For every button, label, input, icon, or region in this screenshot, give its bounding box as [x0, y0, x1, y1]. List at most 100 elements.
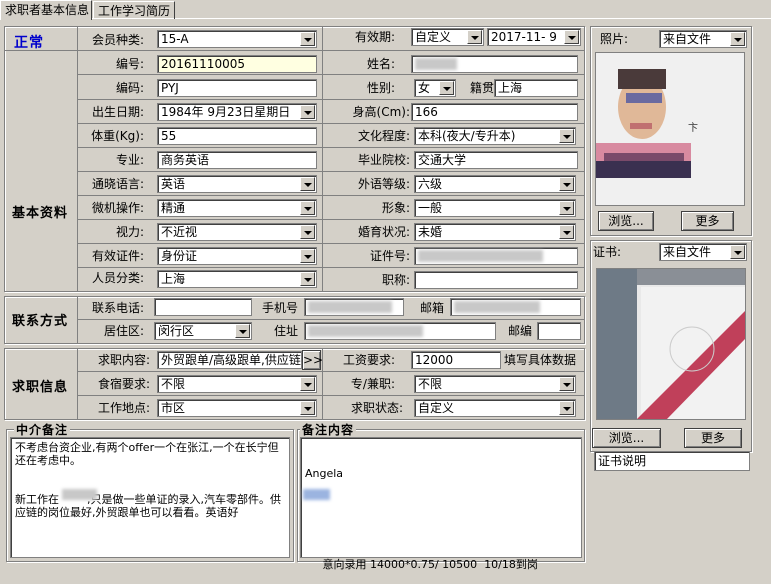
vision-select[interactable]: 不近视	[157, 223, 317, 241]
svg-text:卞: 卞	[688, 121, 698, 134]
cert-label: 证书:	[593, 245, 622, 259]
chevron-down-icon[interactable]	[300, 401, 315, 415]
chevron-down-icon[interactable]	[300, 105, 315, 119]
location-select[interactable]: 市区	[157, 399, 317, 417]
chevron-down-icon[interactable]	[559, 377, 574, 391]
photo-more-button[interactable]: 更多	[681, 211, 734, 231]
chevron-down-icon[interactable]	[559, 201, 574, 215]
chevron-down-icon[interactable]	[300, 201, 315, 215]
agent-note-textarea[interactable]: 不考虑台资企业,有两个offer一个在张江,一个在长宁但还在考虑中。 新工作在 …	[10, 437, 290, 558]
fulltime-select[interactable]: 不限	[414, 375, 576, 393]
job-content-label: 求职内容:	[97, 353, 150, 367]
zip-label: 邮编	[507, 324, 532, 338]
chevron-down-icon[interactable]	[559, 177, 574, 191]
cert-browse-button[interactable]: 浏览...	[592, 428, 661, 448]
job-status-select[interactable]: 自定义	[414, 399, 576, 417]
chevron-down-icon[interactable]	[439, 81, 454, 95]
computer-select[interactable]: 精通	[157, 199, 317, 217]
education-select[interactable]: 本科(夜大/专升本)	[414, 127, 576, 145]
marriage-select[interactable]: 未婚	[414, 223, 576, 241]
weight-label: 体重(Kg):	[91, 129, 144, 143]
section-job-title: 求职信息	[12, 380, 69, 395]
photo-frame: 卞	[595, 52, 745, 206]
number-field[interactable]: 20161110005	[157, 55, 317, 73]
height-field[interactable]: 166	[411, 103, 578, 121]
chevron-down-icon[interactable]	[564, 30, 579, 44]
chevron-down-icon[interactable]	[559, 129, 574, 143]
chevron-down-icon[interactable]	[300, 32, 315, 46]
redacted-mobile	[308, 301, 392, 313]
major-label: 专业:	[115, 153, 144, 167]
zip-field[interactable]	[537, 322, 581, 340]
photo-browse-button[interactable]: 浏览...	[598, 211, 654, 231]
school-field[interactable]: 交通大学	[414, 151, 578, 169]
salary-label: 工资要求:	[342, 353, 395, 367]
note-content-title: 备注内容	[300, 421, 357, 438]
code-field[interactable]: PYJ	[157, 79, 317, 97]
education-label: 文化程度:	[357, 129, 410, 143]
computer-label: 微机操作:	[91, 201, 144, 215]
redacted-id-no	[418, 250, 543, 262]
photo-source-select[interactable]: 来自文件	[659, 30, 747, 48]
location-label: 工作地点:	[97, 401, 150, 415]
major-field[interactable]: 商务英语	[157, 151, 317, 169]
status-label: 正常	[14, 35, 44, 51]
note-content-textarea[interactable]: Angela 意向录用 14000*0.75/ 10500 10/18到岗	[300, 437, 582, 571]
code-label: 编码:	[115, 81, 144, 95]
chevron-down-icon[interactable]	[300, 249, 315, 263]
email-label: 邮箱	[419, 301, 444, 315]
validity-mode-select[interactable]: 自定义	[411, 28, 484, 46]
chevron-down-icon[interactable]	[300, 272, 315, 286]
redacted-note-name	[303, 489, 330, 500]
validity-date-picker[interactable]: 2017-11- 9	[487, 28, 581, 46]
agent-note-title: 中介备注	[14, 421, 71, 438]
image-select[interactable]: 一般	[414, 199, 576, 217]
note-content-line1: Angela	[305, 467, 344, 480]
certificate-image-icon	[597, 269, 745, 419]
member-type-select[interactable]: 15-A	[157, 30, 317, 48]
language-select[interactable]: 英语	[157, 175, 317, 193]
image-label: 形象:	[381, 201, 410, 215]
chevron-down-icon[interactable]	[559, 401, 574, 415]
chevron-down-icon[interactable]	[300, 377, 315, 391]
foreign-level-select[interactable]: 六级	[414, 175, 576, 193]
chevron-down-icon[interactable]	[300, 177, 315, 191]
native-label: 籍贯	[469, 81, 494, 95]
person-type-select[interactable]: 上海	[157, 270, 317, 288]
tab-work-history[interactable]: 工作学习简历	[93, 1, 175, 19]
district-select[interactable]: 闵行区	[154, 322, 252, 340]
chevron-down-icon[interactable]	[730, 245, 745, 259]
id-type-select[interactable]: 身份证	[157, 247, 317, 265]
gender-select[interactable]: 女	[414, 79, 456, 97]
number-label: 编号:	[115, 57, 144, 71]
cert-frame	[596, 268, 746, 420]
chevron-down-icon[interactable]	[730, 32, 745, 46]
job-status-label: 求职状态:	[350, 401, 403, 415]
redacted-email	[454, 301, 540, 313]
note-content-line2: 意向录用 14000*0.75/ 10500 10/18到岗	[305, 558, 538, 571]
height-label: 身高(Cm):	[352, 105, 410, 119]
chevron-down-icon[interactable]	[559, 225, 574, 239]
chevron-down-icon[interactable]	[467, 30, 482, 44]
job-content-more-button[interactable]: >>	[302, 350, 323, 370]
title-field[interactable]	[414, 271, 578, 289]
cert-source-select[interactable]: 来自文件	[659, 243, 747, 261]
birthday-picker[interactable]: 1984年 9月23日星期日	[157, 103, 317, 121]
job-content-field[interactable]: 外贸跟单/高级跟单,供应链	[157, 351, 302, 369]
weight-field[interactable]: 55	[157, 127, 317, 145]
person-photo-icon: 卞	[596, 53, 744, 205]
phone-field[interactable]	[154, 298, 252, 316]
validity-label: 有效期:	[354, 30, 395, 44]
chevron-down-icon[interactable]	[300, 225, 315, 239]
id-no-label: 证件号:	[369, 249, 410, 263]
school-label: 毕业院校:	[357, 153, 410, 167]
salary-field[interactable]: 12000	[411, 351, 501, 369]
native-field[interactable]: 上海	[494, 79, 578, 97]
birthday-label: 出生日期:	[91, 105, 144, 119]
mobile-label: 手机号	[261, 301, 298, 315]
cert-description-field[interactable]: 证书说明	[594, 451, 750, 471]
tab-basic-info[interactable]: 求职者基本信息	[0, 0, 92, 20]
chevron-down-icon[interactable]	[235, 324, 250, 338]
cert-more-button[interactable]: 更多	[684, 428, 742, 448]
lodging-select[interactable]: 不限	[157, 375, 317, 393]
